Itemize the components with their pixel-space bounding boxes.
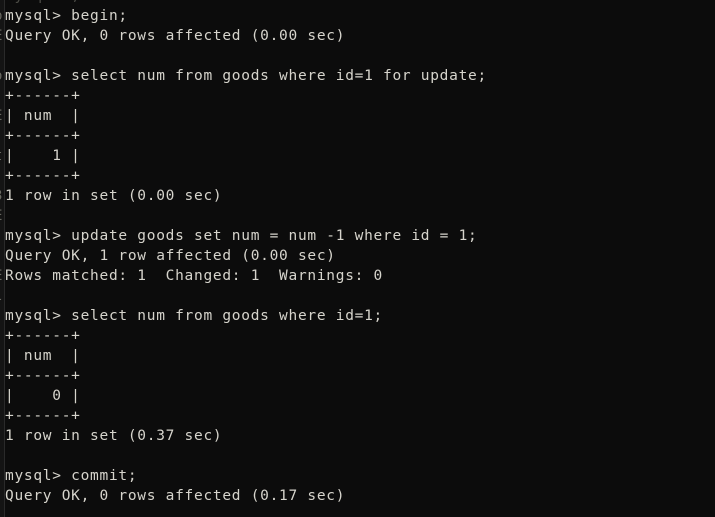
terminal-line-table-border: +------+: [5, 328, 81, 344]
terminal-line-table-header: | num |: [5, 348, 81, 364]
terminal-line-table-border: +------+: [5, 88, 81, 104]
terminal-line-table-border: +------+: [5, 128, 81, 144]
terminal-line-command: mysql> commit;: [5, 468, 138, 484]
gutter-glyph-fragment: l: [0, 286, 2, 306]
gutter-glyph-fragment: E: [0, 26, 2, 46]
terminal-line-command: mysql> select num from goods where id=1;: [5, 308, 383, 324]
gutter-glyph-fragment: 3: [0, 186, 2, 206]
terminal-line-table-border: +------+: [5, 368, 81, 384]
gutter-glyph-fragment: t: [0, 146, 2, 166]
terminal-line-table-border: +------+: [5, 408, 81, 424]
terminal-line-result: Rows matched: 1 Changed: 1 Warnings: 0: [5, 268, 383, 284]
terminal-line-table-row: | 1 |: [5, 148, 81, 164]
gutter-glyph-fragment: p: [0, 6, 2, 26]
gutter-glyph-fragment: E: [0, 106, 2, 126]
terminal-line-result: Query OK, 0 rows affected (0.17 sec): [5, 488, 346, 504]
terminal-output-area[interactable]: mysql> ; mysql> begin;Query OK, 0 rows a…: [5, 0, 715, 517]
terminal-line-result: 1 row in set (0.00 sec): [5, 188, 223, 204]
terminal-line-table-header: | num |: [5, 108, 81, 124]
terminal-line-result: Query OK, 0 rows affected (0.00 sec): [5, 28, 346, 44]
gutter-glyph-fragment: o: [0, 66, 2, 86]
terminal-line-table-row: | 0 |: [5, 388, 81, 404]
terminal-line-command: mysql> update goods set num = num -1 whe…: [5, 228, 478, 244]
terminal-line-command: mysql> begin;: [5, 8, 128, 24]
gutter-glyph-fragment: E: [0, 206, 2, 226]
terminal-line-result: 1 row in set (0.37 sec): [5, 428, 223, 444]
gutter-glyph-fragment: E: [0, 266, 2, 286]
terminal-window[interactable]: pEoEt3EEl mysql> ; mysql> begin;Query OK…: [0, 0, 715, 517]
terminal-line-table-border: +------+: [5, 168, 81, 184]
terminal-line-result: Query OK, 1 row affected (0.00 sec): [5, 248, 336, 264]
terminal-line-command: mysql> select num from goods where id=1 …: [5, 68, 487, 84]
